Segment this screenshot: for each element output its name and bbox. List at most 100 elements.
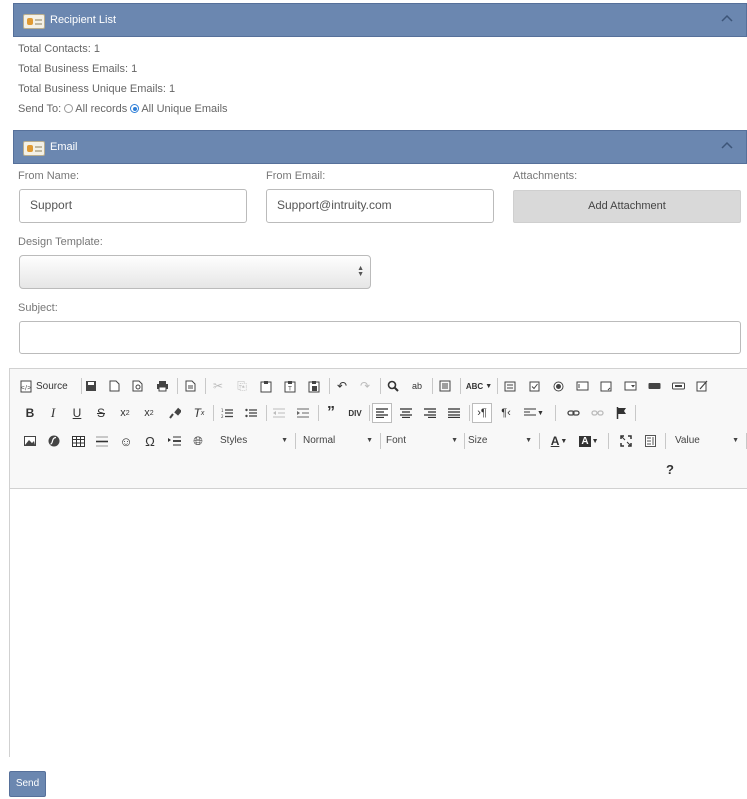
recipient-list-header[interactable]: Recipient List: [13, 3, 747, 37]
show-blocks-icon[interactable]: [640, 431, 660, 451]
editor-toolbar: </> Source ✂ ⎘ T ↶ ↷ ab ABC ▼ B I U S x …: [10, 369, 747, 489]
underline-icon[interactable]: U: [67, 403, 87, 423]
chevron-up-icon[interactable]: [720, 12, 734, 26]
copy-icon[interactable]: ⎘: [232, 376, 252, 396]
italic-icon[interactable]: I: [43, 403, 63, 423]
smiley-icon[interactable]: ☺: [116, 431, 136, 451]
email-title: Email: [50, 141, 78, 153]
styles-label: Styles: [220, 435, 248, 446]
templates-icon[interactable]: [180, 376, 200, 396]
outdent-icon[interactable]: [269, 403, 289, 423]
paste-word-icon[interactable]: [304, 376, 324, 396]
value-combo[interactable]: Value ▼: [675, 432, 741, 450]
new-page-icon[interactable]: [104, 376, 124, 396]
send-to-row: Send To: All records All Unique Emails: [18, 103, 228, 115]
image-button-icon[interactable]: [668, 376, 688, 396]
align-left-icon[interactable]: [372, 403, 392, 423]
redo-icon[interactable]: ↷: [355, 376, 375, 396]
attachments-label: Attachments:: [513, 170, 578, 182]
radio-icon[interactable]: [548, 376, 568, 396]
align-center-icon[interactable]: [396, 403, 416, 423]
subject-input[interactable]: [19, 321, 741, 354]
unlink-icon[interactable]: [587, 403, 607, 423]
radio-all-records-label[interactable]: All records: [75, 103, 127, 115]
textarea-icon[interactable]: [596, 376, 616, 396]
size-combo[interactable]: Size ▼: [468, 432, 534, 450]
undo-icon[interactable]: ↶: [332, 376, 352, 396]
source-icon: </>: [20, 380, 32, 392]
align-right-icon[interactable]: [420, 403, 440, 423]
bold-icon[interactable]: B: [20, 403, 40, 423]
strikethrough-icon[interactable]: S: [91, 403, 111, 423]
paste-icon[interactable]: [256, 376, 276, 396]
form-icon[interactable]: [500, 376, 520, 396]
text-direction-rtl-icon[interactable]: ¶‹: [496, 403, 516, 423]
preview-icon[interactable]: [128, 376, 148, 396]
align-justify-icon[interactable]: [444, 403, 464, 423]
design-template-label: Design Template:: [18, 236, 103, 248]
send-button[interactable]: Send: [9, 771, 46, 797]
language-icon[interactable]: ▼: [521, 403, 547, 423]
editor-content-area[interactable]: [10, 489, 747, 757]
image-icon[interactable]: [20, 431, 40, 451]
total-contacts: Total Contacts: 1: [18, 43, 100, 55]
spellcheck-icon[interactable]: ABC ▼: [465, 376, 493, 396]
select-field-icon[interactable]: [620, 376, 640, 396]
contact-card-icon: [23, 14, 45, 29]
subscript-icon[interactable]: x2: [115, 403, 135, 423]
paste-text-icon[interactable]: T: [280, 376, 300, 396]
blockquote-icon[interactable]: ”: [321, 403, 341, 423]
hidden-field-icon[interactable]: [692, 376, 712, 396]
maximize-icon[interactable]: [616, 431, 636, 451]
find-icon[interactable]: [383, 376, 403, 396]
design-template-select[interactable]: ▲ ▼: [19, 255, 371, 289]
help-button[interactable]: ?: [660, 459, 680, 479]
send-to-label: Send To:: [18, 103, 62, 115]
radio-all-unique-emails-label[interactable]: All Unique Emails: [141, 103, 227, 115]
bullet-list-icon[interactable]: [241, 403, 261, 423]
from-email-label: From Email:: [266, 170, 326, 182]
button-field-icon[interactable]: [644, 376, 664, 396]
save-icon[interactable]: [81, 376, 101, 396]
select-all-icon[interactable]: [435, 376, 455, 396]
recipient-list-title: Recipient List: [50, 14, 117, 26]
from-name-label: From Name:: [18, 170, 80, 182]
font-combo[interactable]: Font ▼: [386, 432, 460, 450]
text-color-icon[interactable]: A ▼: [546, 431, 572, 451]
remove-format-icon[interactable]: Tx: [189, 403, 209, 423]
format-combo[interactable]: Normal ▼: [303, 432, 375, 450]
styles-combo[interactable]: Styles ▼: [220, 432, 290, 450]
link-icon[interactable]: [563, 403, 583, 423]
anchor-flag-icon[interactable]: [611, 403, 631, 423]
cut-icon[interactable]: ✂: [208, 376, 228, 396]
radio-all-unique-emails[interactable]: [130, 104, 140, 113]
chevron-up-icon[interactable]: [720, 139, 734, 153]
from-email-input[interactable]: Support@intruity.com: [266, 189, 494, 223]
superscript-icon[interactable]: x2: [139, 403, 159, 423]
copy-format-icon[interactable]: [165, 403, 185, 423]
email-header[interactable]: Email: [13, 130, 747, 164]
print-icon[interactable]: [152, 376, 172, 396]
table-icon[interactable]: [68, 431, 88, 451]
create-div-icon[interactable]: DIV: [345, 403, 365, 423]
numbered-list-icon[interactable]: 12: [217, 403, 237, 423]
iframe-globe-icon[interactable]: 🌐︎: [188, 431, 208, 451]
horizontal-rule-icon[interactable]: [92, 431, 112, 451]
rich-text-editor: </> Source ✂ ⎘ T ↶ ↷ ab ABC ▼ B I U S x …: [9, 368, 747, 757]
text-direction-ltr-icon[interactable]: ›¶: [472, 403, 492, 423]
checkbox-icon[interactable]: [524, 376, 544, 396]
from-name-input[interactable]: Support: [19, 189, 247, 223]
svg-text:1: 1: [221, 408, 224, 413]
add-attachment-button[interactable]: Add Attachment: [513, 190, 741, 223]
flash-icon[interactable]: [44, 431, 64, 451]
select-arrows-icon: ▲ ▼: [357, 265, 364, 278]
background-color-icon[interactable]: A ▼: [576, 431, 602, 451]
radio-all-records[interactable]: [64, 104, 74, 113]
source-button[interactable]: </> Source: [20, 376, 74, 396]
replace-icon[interactable]: ab: [407, 376, 427, 396]
special-char-icon[interactable]: Ω: [140, 431, 160, 451]
page-break-icon[interactable]: [164, 431, 184, 451]
text-field-icon[interactable]: [572, 376, 592, 396]
indent-icon[interactable]: [293, 403, 313, 423]
contact-card-icon: [23, 141, 45, 156]
